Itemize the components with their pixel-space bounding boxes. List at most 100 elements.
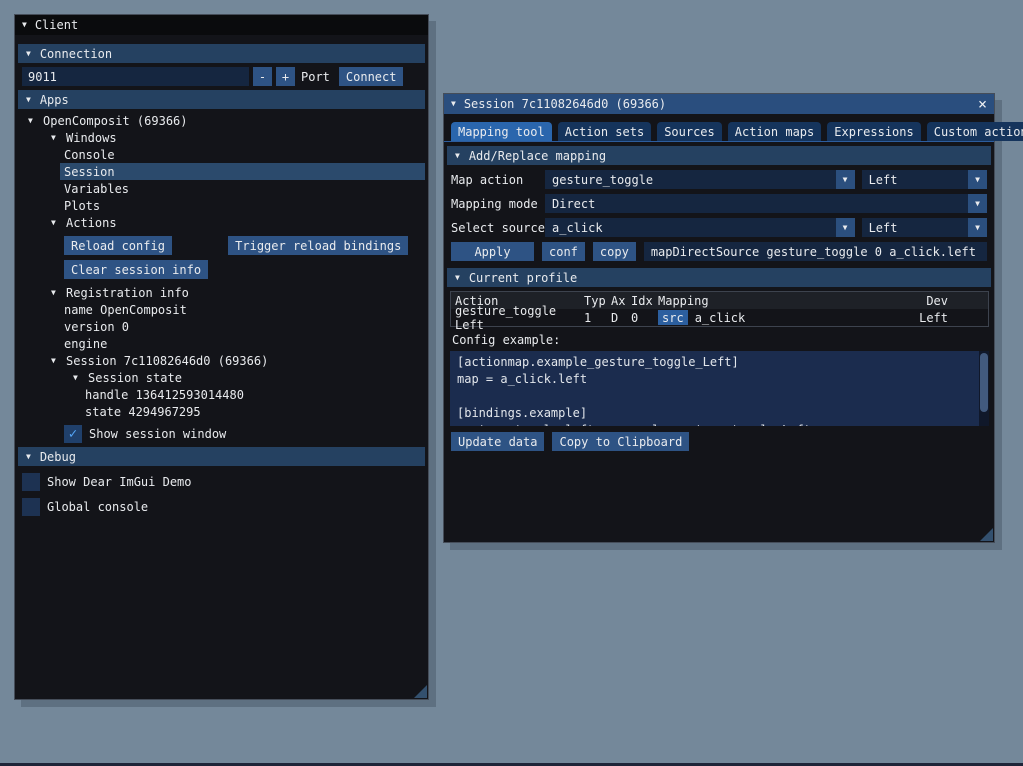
session-window-titlebar[interactable]: ▼ Session 7c11082646d0 (69366) × [444,94,994,114]
add-replace-mapping-header[interactable]: ▼ Add/Replace mapping [447,146,991,165]
config-scrollbar-thumb[interactable] [980,353,988,412]
apps-header[interactable]: ▼ Apps [18,90,425,109]
tree-item-reg-name: name OpenComposit [15,301,428,318]
trigger-reload-bindings-button[interactable]: Trigger reload bindings [228,236,408,255]
current-profile-header[interactable]: ▼ Current profile [447,268,991,287]
current-profile-label: Current profile [469,271,577,285]
close-icon[interactable]: × [978,97,987,112]
tab-mapping-tool[interactable]: Mapping tool [451,122,552,141]
collapse-arrow-icon: ▼ [455,274,460,282]
collapse-arrow-icon: ▼ [26,96,31,104]
column-ax: Ax [611,294,631,308]
tree-node-label: OpenComposit (69366) [43,114,188,128]
show-session-window-label: Show session window [89,427,226,441]
map-action-side-combo[interactable]: Left ▼ [862,170,987,189]
collapse-arrow-icon[interactable]: ▼ [451,100,456,108]
show-session-window-checkbox[interactable]: ✓ [64,425,82,443]
tree-node-registration-info[interactable]: ▼ Registration info [15,284,428,301]
tree-item-label: Console [64,148,115,162]
tree-item-label: Variables [64,182,129,196]
collapse-arrow-icon: ▼ [455,152,460,160]
config-example-label: Config example: [452,333,994,347]
tree-node-label: Session state [88,371,182,385]
tree-node-opencomposit[interactable]: ▼ OpenComposit (69366) [15,112,428,129]
src-button[interactable]: src [658,310,688,325]
tree-item-console[interactable]: Console [15,146,428,163]
mapping-mode-label: Mapping mode [451,197,545,211]
conf-button[interactable]: conf [542,242,585,261]
connection-header[interactable]: ▼ Connection [18,44,425,63]
connection-header-label: Connection [40,47,112,61]
global-console-checkbox[interactable] [22,498,40,516]
tree-expand-icon[interactable]: ▼ [51,219,66,227]
reload-config-button[interactable]: Reload config [64,236,172,255]
connect-button[interactable]: Connect [339,67,404,86]
registration-engine-value: engine [64,337,107,351]
tree-item-variables[interactable]: Variables [15,180,428,197]
command-preview-field[interactable]: mapDirectSource gesture_toggle 0 a_click… [644,242,987,261]
port-input[interactable] [22,67,249,86]
select-source-label: Select source [451,221,545,235]
select-source-side-value: Left [869,221,898,235]
copy-button[interactable]: copy [593,242,636,261]
tree-expand-icon[interactable]: ▼ [51,289,66,297]
client-window-titlebar[interactable]: ▼ Client [15,15,428,35]
client-window-title: Client [35,18,421,32]
tree-expand-icon[interactable]: ▼ [73,374,88,382]
apps-header-label: Apps [40,93,69,107]
port-increment-button[interactable]: + [276,67,295,86]
tab-action-maps[interactable]: Action maps [728,122,821,141]
copy-to-clipboard-button[interactable]: Copy to Clipboard [552,432,689,451]
session-state-value: state 4294967295 [85,405,201,419]
port-decrement-button[interactable]: - [253,67,272,86]
tree-item-plots[interactable]: Plots [15,197,428,214]
select-source-combo[interactable]: a_click ▼ [545,218,855,237]
config-scrollbar[interactable] [979,351,989,426]
tree-item-session-selected[interactable]: Session [15,163,428,180]
mapping-mode-combo[interactable]: Direct ▼ [545,194,987,213]
debug-header-label: Debug [40,450,76,464]
clear-session-info-button[interactable]: Clear session info [64,260,208,279]
column-mapping: Mapping [658,294,880,308]
map-action-combo[interactable]: gesture_toggle ▼ [545,170,855,189]
chevron-down-icon: ▼ [975,176,980,184]
select-source-row: Select source a_click ▼ Left ▼ [451,218,987,237]
show-imgui-demo-row: Show Dear ImGui Demo [22,472,428,491]
tree-node-session-state[interactable]: ▼ Session state [15,369,428,386]
column-typ: Typ [584,294,611,308]
tree-item-state: state 4294967295 [15,403,428,420]
tree-node-session[interactable]: ▼ Session 7c11082646d0 (69366) [15,352,428,369]
tree-item-reg-version: version 0 [15,318,428,335]
tree-item-label: Plots [64,199,100,213]
tree-expand-icon[interactable]: ▼ [51,357,66,365]
tree-item-reg-engine: engine [15,335,428,352]
map-action-value: gesture_toggle [552,173,653,187]
apply-row: Apply conf copy mapDirectSource gesture_… [451,242,987,261]
tab-sources[interactable]: Sources [657,122,722,141]
tree-expand-icon[interactable]: ▼ [51,134,66,142]
tree-node-windows[interactable]: ▼ Windows [15,129,428,146]
debug-header[interactable]: ▼ Debug [18,447,425,466]
update-data-button[interactable]: Update data [451,432,544,451]
select-source-side-combo[interactable]: Left ▼ [862,218,987,237]
window-resize-grip[interactable] [414,685,427,698]
map-action-row: Map action gesture_toggle ▼ Left ▼ [451,170,987,189]
show-imgui-demo-checkbox[interactable] [22,473,40,491]
global-console-row: Global console [22,497,428,516]
tab-expressions[interactable]: Expressions [827,122,920,141]
chevron-down-icon: ▼ [975,200,980,208]
registration-name-value: name OpenComposit [64,303,187,317]
tree-expand-icon[interactable]: ▼ [28,117,43,125]
config-example-textarea[interactable]: [actionmap.example_gesture_toggle_Left] … [450,351,989,426]
mapping-mode-value: Direct [552,197,595,211]
port-label: Port [301,70,330,84]
collapse-arrow-icon[interactable]: ▼ [22,21,27,29]
tree-node-actions[interactable]: ▼ Actions [15,214,428,231]
show-imgui-demo-label: Show Dear ImGui Demo [47,475,192,489]
tab-custom-actions[interactable]: Custom actions [927,122,1023,141]
window-resize-grip[interactable] [980,528,993,541]
tab-action-sets[interactable]: Action sets [558,122,651,141]
session-window-title: Session 7c11082646d0 (69366) [464,97,970,111]
apply-button[interactable]: Apply [451,242,534,261]
cell-action: gesture_toggle Left [451,304,584,332]
